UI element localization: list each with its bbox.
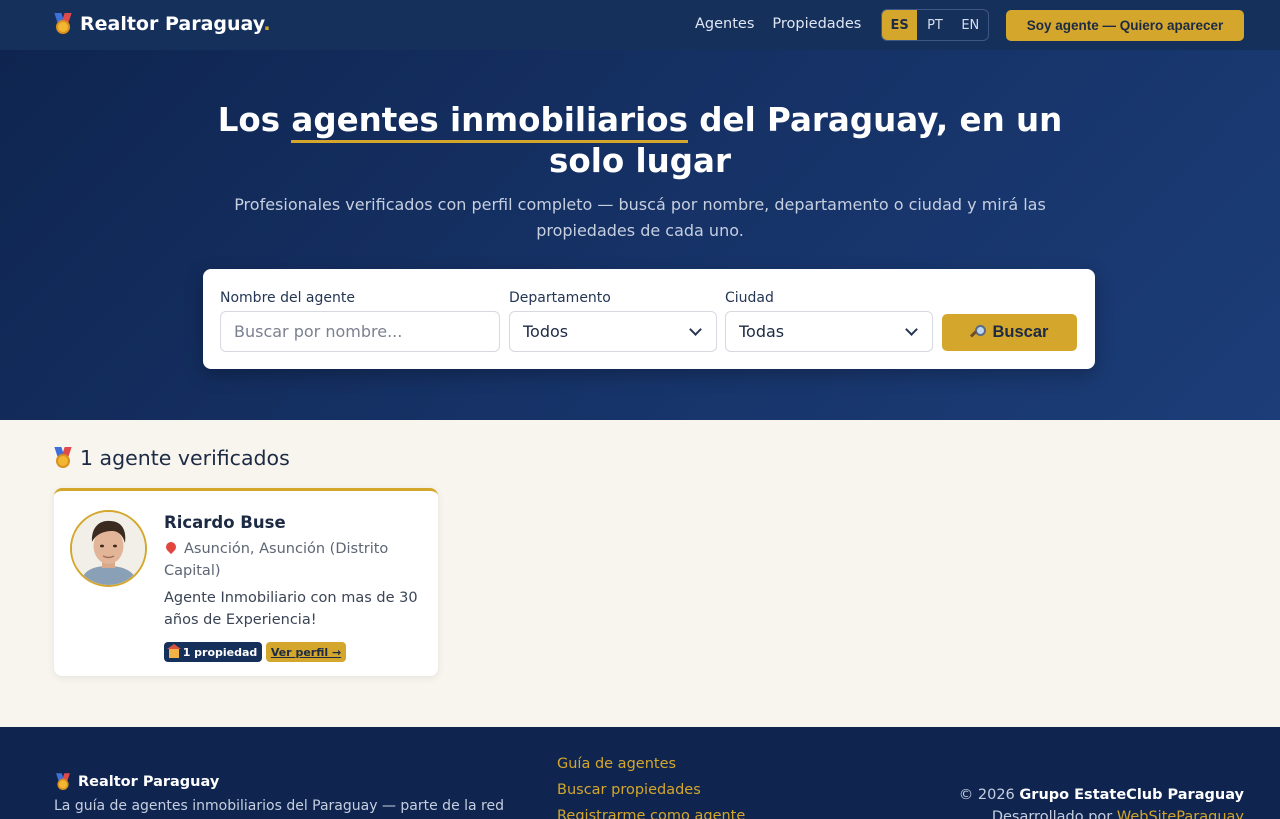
hero-section: Los agentes inmobiliarios del Paraguay, … [0, 50, 1280, 420]
agent-name-placeholder: Buscar por nombre... [234, 322, 403, 341]
join-as-agent-button[interactable]: Soy agente — Quiero aparecer [1006, 10, 1244, 41]
agent-name-input[interactable]: Buscar por nombre... [220, 311, 500, 352]
search-button[interactable]: Buscar [942, 314, 1077, 351]
lang-es-button[interactable]: ES [882, 10, 918, 40]
results-count-label: 1 agente verificados [80, 446, 290, 470]
magnifier-icon [969, 324, 987, 341]
properties-count-text: 1 propiedad [182, 645, 258, 659]
lang-en-button[interactable]: EN [953, 10, 988, 40]
results-count: 1 agente verificados [54, 446, 290, 470]
city-field-label: Ciudad [725, 290, 774, 306]
footer-copyright: © 2026 Grupo EstateClub Paraguay Desarro… [959, 784, 1244, 819]
department-selected-value: Todos [523, 322, 569, 341]
chevron-down-icon [905, 323, 918, 336]
footer-links: Guía de agentes Buscar propiedades Regis… [557, 755, 745, 819]
language-switcher: ES PT EN [881, 9, 989, 41]
footer-link-register-agent[interactable]: Registrarme como agente [557, 807, 745, 819]
city-select[interactable]: Todas [725, 311, 933, 352]
footer-description: La guía de agentes inmobiliarios del Par… [54, 798, 504, 814]
hero-title-highlight: agentes inmobiliarios [291, 101, 688, 143]
copyright-prefix: © 2026 [958, 787, 1020, 803]
footer-link-search-properties[interactable]: Buscar propiedades [557, 781, 745, 800]
site-footer: Realtor Paraguay La guía de agentes inmo… [0, 727, 1280, 819]
name-field-label: Nombre del agente [220, 290, 355, 306]
hero-title-pre: Los [217, 101, 292, 139]
nav-agentes-link[interactable]: Agentes [695, 16, 754, 32]
view-profile-button[interactable]: Ver perfil → [266, 642, 346, 662]
brand-dot: . [263, 13, 271, 35]
brand-logo[interactable]: Realtor Paraguay. [54, 13, 271, 35]
agent-avatar [70, 510, 147, 587]
hero-title: Los agentes inmobiliarios del Paraguay, … [180, 100, 1100, 182]
medal-icon [54, 13, 72, 35]
house-icon [166, 643, 181, 658]
agent-name[interactable]: Ricardo Buse [164, 513, 286, 532]
medal-icon [54, 447, 72, 469]
footer-brand-name: Realtor Paraguay [78, 774, 220, 790]
search-button-label: Buscar [992, 323, 1049, 341]
brand-name: Realtor Paraguay [80, 13, 264, 35]
hero-subtitle: Profesionales verificados con perfil com… [234, 195, 1046, 240]
developer-link[interactable]: WebSiteParaguay [1117, 809, 1244, 819]
top-navbar: Realtor Paraguay. Agentes Propiedades ES… [0, 0, 1280, 50]
properties-count-badge: 1 propiedad [164, 642, 262, 662]
medal-icon [56, 773, 70, 791]
agent-search-form: Nombre del agente Buscar por nombre... D… [203, 269, 1095, 369]
agent-location: Asunción, Asunción (Distrito Capital) [163, 538, 404, 582]
city-selected-value: Todas [739, 322, 785, 341]
nav-propiedades-link[interactable]: Propiedades [772, 16, 861, 32]
department-select[interactable]: Todos [509, 311, 717, 352]
main-nav: Agentes Propiedades [695, 16, 861, 32]
location-pin-icon [163, 539, 179, 555]
agent-bio: Agente Inmobiliario con mas de 30 años d… [164, 590, 418, 628]
agent-location-text: Asunción, Asunción (Distrito Capital) [164, 541, 389, 579]
developed-by-prefix: Desarrollado por [991, 809, 1117, 819]
department-field-label: Departamento [509, 290, 611, 306]
footer-link-agents-guide[interactable]: Guía de agentes [557, 755, 745, 774]
chevron-down-icon [689, 323, 702, 336]
copyright-owner: Grupo EstateClub Paraguay [1019, 787, 1244, 803]
agent-card[interactable]: Ricardo Buse Asunción, Asunción (Distrit… [54, 488, 438, 676]
lang-pt-button[interactable]: PT [917, 10, 952, 40]
footer-brand: Realtor Paraguay [54, 771, 219, 793]
